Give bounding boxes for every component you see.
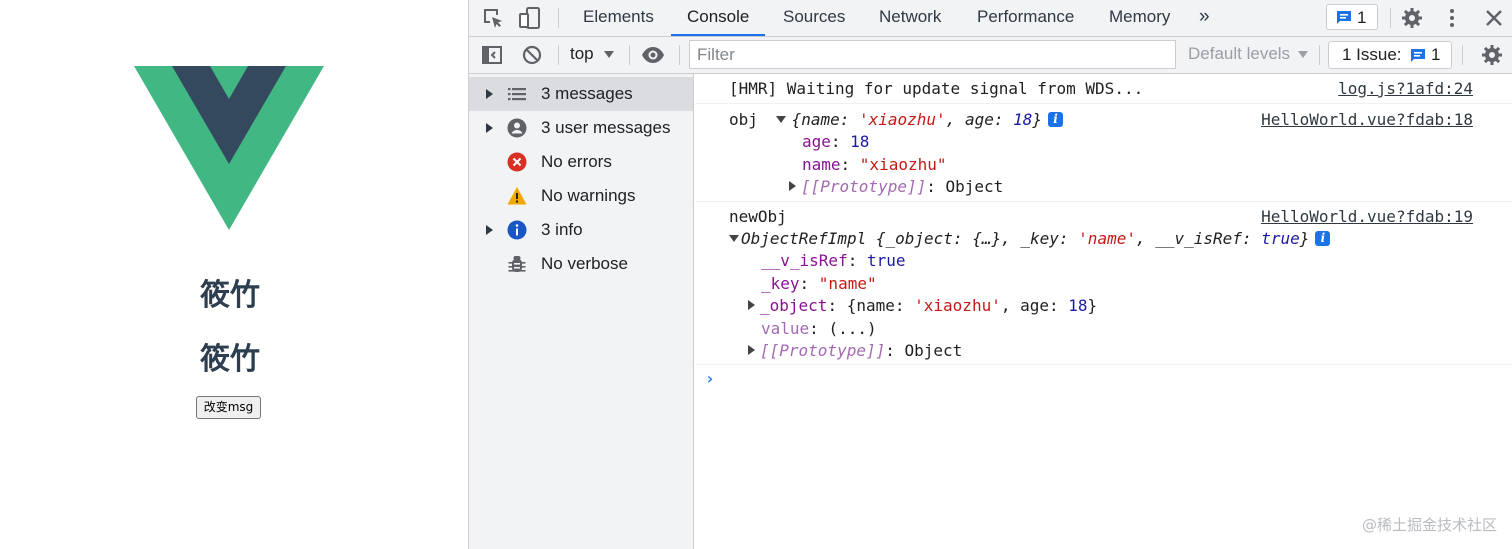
- object-property: age: 18: [802, 132, 870, 151]
- context-select[interactable]: top: [570, 43, 614, 67]
- console-message: obj {name: 'xiaozhu', age: 18} i HelloWor…: [695, 104, 1512, 202]
- user-icon: [507, 118, 527, 138]
- vue-logo: [134, 66, 324, 230]
- object-log-line[interactable]: ObjectRefImpl {_object: {…}, _key: 'name…: [729, 228, 1331, 250]
- console-sidebar: 3 messages 3 user messages No errors No …: [469, 74, 694, 549]
- change-msg-button[interactable]: 改变msg: [196, 396, 261, 419]
- sidebar-toggle-icon[interactable]: [480, 43, 504, 67]
- bug-icon: [508, 256, 526, 272]
- sidebar-item-label: 3 messages: [541, 84, 633, 103]
- sidebar-item-label: 3 info: [541, 220, 583, 239]
- list-icon: [508, 88, 526, 101]
- warning-icon: [507, 187, 527, 205]
- watermark: @稀土掘金技术社区: [1361, 516, 1497, 534]
- sidebar-item-label: No verbose: [541, 254, 628, 273]
- expand-arrow-icon[interactable]: [486, 225, 493, 235]
- issues-chip-count: 1: [1357, 8, 1367, 27]
- tab-sources[interactable]: Sources: [767, 0, 861, 36]
- tabbar-separator: [558, 8, 559, 28]
- console-message: newObj HelloWorld.vue?fdab:19 ObjectRefI…: [695, 202, 1512, 365]
- sidebar-item-label: No errors: [541, 152, 612, 171]
- issues-button[interactable]: 1 Issue: 1: [1328, 41, 1452, 69]
- source-link[interactable]: HelloWorld.vue?fdab:19: [1261, 206, 1473, 228]
- log-levels-select[interactable]: Default levels: [1188, 43, 1309, 65]
- sidebar-item-label: 3 user messages: [541, 118, 671, 137]
- toolbar-separator-2: [629, 45, 630, 65]
- expand-arrow-icon[interactable]: [748, 300, 755, 310]
- app-title-primary: 筱竹: [200, 278, 260, 313]
- chevron-double-right-icon[interactable]: »: [1183, 0, 1226, 36]
- info-icon: [507, 220, 527, 240]
- toolbar-separator-5: [1462, 45, 1463, 65]
- issues-label: 1 Issue:: [1342, 45, 1402, 64]
- devtools-panel: Elements Console Sources Network Perform…: [468, 0, 1512, 549]
- app-title-secondary: 筱竹: [200, 342, 260, 377]
- object-property: name: "xiaozhu": [802, 155, 947, 174]
- tabbar-separator-right: [1390, 8, 1391, 28]
- log-label: obj: [729, 110, 758, 129]
- log-levels-label: Default levels: [1188, 44, 1291, 63]
- source-link[interactable]: log.js?1afd:24: [1338, 78, 1473, 100]
- context-value: top: [570, 44, 594, 63]
- eye-icon[interactable]: [641, 43, 665, 67]
- object-preview: {name: 'xiaozhu', age: 18}: [791, 110, 1043, 129]
- close-icon[interactable]: [1482, 6, 1506, 30]
- object-property: __v_isRef: true: [761, 251, 906, 270]
- tab-performance[interactable]: Performance: [961, 0, 1090, 36]
- devtools-tabbar: Elements Console Sources Network Perform…: [469, 0, 1512, 37]
- object-preview: ObjectRefImpl {_object: {…}, _key: 'name…: [741, 229, 1310, 248]
- error-icon: [507, 152, 527, 172]
- message-icon: [1337, 11, 1351, 24]
- console-settings-gear-icon[interactable]: [1480, 43, 1504, 67]
- collapse-arrow-icon[interactable]: [775, 116, 786, 123]
- console-prompt-icon[interactable]: ›: [705, 369, 715, 388]
- toolbar-separator-4: [1319, 45, 1320, 65]
- issues-count: 1: [1431, 45, 1441, 64]
- issues-chip[interactable]: 1: [1326, 4, 1378, 30]
- device-toolbar-icon[interactable]: [518, 6, 542, 30]
- object-property: _key: "name": [761, 274, 877, 293]
- inspect-element-icon[interactable]: [481, 6, 505, 30]
- expand-arrow-icon[interactable]: [748, 345, 755, 355]
- object-log-line[interactable]: obj {name: 'xiaozhu', age: 18} i: [729, 109, 1064, 131]
- sidebar-item-warnings[interactable]: No warnings: [469, 179, 693, 213]
- console-toolbar: top Filter Default levels 1 Issue: 1: [469, 37, 1512, 74]
- sidebar-item-info[interactable]: 3 info: [469, 213, 693, 247]
- toolbar-separator: [558, 45, 559, 65]
- info-badge-icon[interactable]: i: [1048, 112, 1064, 127]
- toolbar-separator-3: [679, 45, 680, 65]
- log-label: newObj: [729, 207, 787, 226]
- expand-arrow-icon[interactable]: [789, 181, 796, 191]
- tab-elements[interactable]: Elements: [567, 0, 670, 36]
- sidebar-item-messages[interactable]: 3 messages: [469, 77, 693, 111]
- sidebar-item-verbose[interactable]: No verbose: [469, 247, 693, 281]
- dropdown-caret-icon: [603, 51, 614, 59]
- info-badge-icon[interactable]: i: [1315, 231, 1331, 246]
- collapse-arrow-icon[interactable]: [729, 235, 739, 242]
- clear-console-icon[interactable]: [520, 43, 544, 67]
- object-property-expandable[interactable]: _object: {name: 'xiaozhu', age: 18}: [748, 295, 1097, 317]
- console-output: [HMR] Waiting for update signal from WDS…: [695, 74, 1512, 549]
- issues-message-icon: [1411, 49, 1425, 62]
- sidebar-item-user-messages[interactable]: 3 user messages: [469, 111, 693, 145]
- sidebar-item-label: No warnings: [541, 186, 636, 205]
- object-prototype[interactable]: [[Prototype]]: Object: [789, 176, 1003, 198]
- sidebar-item-errors[interactable]: No errors: [469, 145, 693, 179]
- settings-gear-icon[interactable]: [1400, 6, 1424, 30]
- expand-arrow-icon[interactable]: [486, 89, 493, 99]
- tab-network[interactable]: Network: [863, 0, 957, 36]
- tab-memory[interactable]: Memory: [1093, 0, 1186, 36]
- source-link[interactable]: HelloWorld.vue?fdab:18: [1261, 109, 1473, 131]
- expand-arrow-icon[interactable]: [486, 123, 493, 133]
- tab-console[interactable]: Console: [671, 0, 766, 36]
- console-message: [HMR] Waiting for update signal from WDS…: [695, 74, 1512, 104]
- object-prototype[interactable]: [[Prototype]]: Object: [748, 340, 962, 362]
- app-page: 筱竹 筱竹 改变msg: [0, 0, 468, 549]
- more-options-icon[interactable]: [1440, 6, 1464, 30]
- object-getter[interactable]: value: (...): [761, 318, 877, 340]
- message-text: [HMR] Waiting for update signal from WDS…: [729, 79, 1144, 98]
- filter-input[interactable]: Filter: [689, 40, 1176, 69]
- levels-caret-icon: [1298, 51, 1309, 59]
